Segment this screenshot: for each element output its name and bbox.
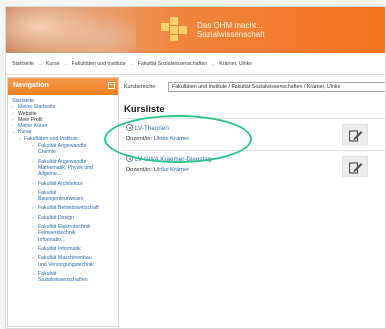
- course-summary-button[interactable]: [342, 156, 368, 177]
- chevron-right-icon: ›: [32, 158, 34, 164]
- edit-note-icon: [349, 162, 363, 174]
- chevron-right-icon: ›: [32, 180, 34, 186]
- course-teacher: Dozent/in: Ulrike Krämer: [126, 167, 211, 173]
- browser-page: Das OHM macht... Sozialwissenschaft Star…: [5, 6, 386, 329]
- nav-fakultaet-architektur[interactable]: › Fakultät Architektur: [8, 181, 118, 187]
- nav-startseite-label[interactable]: Startseite: [12, 98, 34, 104]
- nav-fakultaet-chemie[interactable]: › Fakultät Angewandte Chemie: [8, 143, 118, 156]
- nav-website-label[interactable]: Website: [18, 111, 37, 117]
- nav-label-line[interactable]: Sozialwissenschaften: [38, 277, 114, 283]
- navigation-title: Navigation: [13, 82, 49, 89]
- chevron-right-icon: ›: [32, 214, 34, 220]
- page-title: Kursliste: [124, 104, 165, 115]
- navigation-header: Navigation −: [8, 78, 118, 95]
- highlight-annotation: [104, 115, 252, 163]
- nav-label-line[interactable]: Fakultät Betriebswirtschaft: [38, 205, 114, 211]
- breadcrumb-kraemer: Krämer, Ulrike: [219, 61, 253, 67]
- chevron-right-icon: ›: [32, 143, 34, 149]
- chevron-right-icon: ›: [32, 224, 34, 230]
- nav-fakultaet-elektrotechnik[interactable]: › Fakultät Elektrotechnik Feinwerktechnik I…: [8, 224, 118, 243]
- chevron-right-icon: ›: [32, 255, 34, 261]
- collapse-icon[interactable]: −: [108, 82, 115, 89]
- nav-fakultaeten[interactable]: ⌄ Fakultäten und Institute: [8, 136, 118, 142]
- banner-line2: Sozialwissenschaft: [197, 30, 265, 39]
- nav-fakultaet-maschinenbau[interactable]: › Fakultät Maschinenbau und Versorgungstec…: [8, 255, 118, 268]
- kursbereiche-label: Kursbereiche:: [124, 84, 157, 90]
- ohm-logo-icon: [161, 17, 187, 41]
- breadcrumb-sep: →: [37, 61, 43, 67]
- navigation-tree: Startseite ▫ Meine Startseite › Website › M…: [8, 95, 118, 283]
- nav-fakultaet-mathematik[interactable]: › Fakultät Angewandte Mathematik, Physik u…: [8, 159, 118, 178]
- banner-line1: Das OHM macht...: [197, 21, 263, 30]
- kursbereiche-select[interactable]: Fakultäten und Institute / Fakultät Sozi…: [168, 82, 385, 92]
- chevron-right-icon: ›: [32, 245, 34, 251]
- breadcrumb-sep: →: [210, 61, 216, 67]
- course-summary-button[interactable]: [342, 124, 368, 145]
- nav-label-line[interactable]: Fakultät Architektur: [38, 181, 114, 187]
- nav-label-line[interactable]: Fakultät Design: [38, 215, 114, 221]
- breadcrumb-sep: →: [63, 61, 69, 67]
- nav-label-line[interactable]: und Versorgungstechnik: [38, 262, 114, 268]
- banner-title: Das OHM macht... Sozialwissenschaft: [197, 21, 265, 39]
- chevron-down-icon: ⌄: [32, 270, 36, 276]
- navigation-block: Navigation − Startseite ▫ Meine Startseit…: [7, 77, 119, 327]
- nav-label-line[interactable]: Allgeme...: [38, 171, 114, 177]
- teacher-label: Dozent/in:: [126, 167, 153, 173]
- breadcrumb-fakultaeten[interactable]: Fakultäten und Institute: [72, 61, 126, 67]
- nav-label-line[interactable]: Bauingenieurwesen: [38, 196, 114, 202]
- teacher-link[interactable]: Ulrike Krämer: [154, 167, 189, 173]
- breadcrumb-sep: →: [129, 61, 135, 67]
- chevron-right-icon: ›: [32, 189, 34, 195]
- header-banner: Das OHM macht... Sozialwissenschaft: [6, 7, 385, 53]
- nav-mein-profil-label[interactable]: Mein Profil: [18, 117, 43, 123]
- nav-label-line[interactable]: Informatio...: [38, 237, 114, 243]
- nav-fakultaet-bauingenieurwesen[interactable]: › Fakultät Bauingenieurwesen: [8, 190, 118, 203]
- nav-fakultaet-sozialwissenschaften[interactable]: ⌄ Fakultät Sozialwissenschaften: [8, 271, 118, 284]
- nav-fakultaet-design[interactable]: › Fakultät Design: [8, 215, 118, 221]
- nav-label-line[interactable]: Fakultät Informatik: [38, 246, 114, 252]
- nav-fakultaeten-label[interactable]: Fakultäten und Institute: [24, 136, 78, 142]
- breadcrumb: Startseite → Kurse → Fakultäten und Inst…: [6, 53, 385, 75]
- breadcrumb-sozialwissenschaften[interactable]: Fakultät Sozialwissenschaften: [138, 61, 208, 67]
- chevron-down-icon: ⌄: [18, 135, 22, 141]
- banner-photo: [6, 7, 136, 53]
- nav-kurse-label[interactable]: Kurse: [18, 129, 32, 135]
- nav-label-line[interactable]: Chemie: [38, 149, 114, 155]
- edit-note-icon: [349, 130, 363, 142]
- nav-meine-startseite-label[interactable]: Meine Startseite: [18, 104, 55, 110]
- nav-fakultaet-betriebswirtschaft[interactable]: › Fakultät Betriebswirtschaft: [8, 205, 118, 211]
- nav-meine-kurse-label[interactable]: Meine Kurse: [18, 123, 47, 129]
- nav-fakultaet-informatik[interactable]: › Fakultät Informatik: [8, 246, 118, 252]
- chevron-right-icon: ›: [32, 205, 34, 211]
- breadcrumb-startseite[interactable]: Startseite: [12, 61, 34, 67]
- breadcrumb-kurse[interactable]: Kurse: [46, 61, 60, 67]
